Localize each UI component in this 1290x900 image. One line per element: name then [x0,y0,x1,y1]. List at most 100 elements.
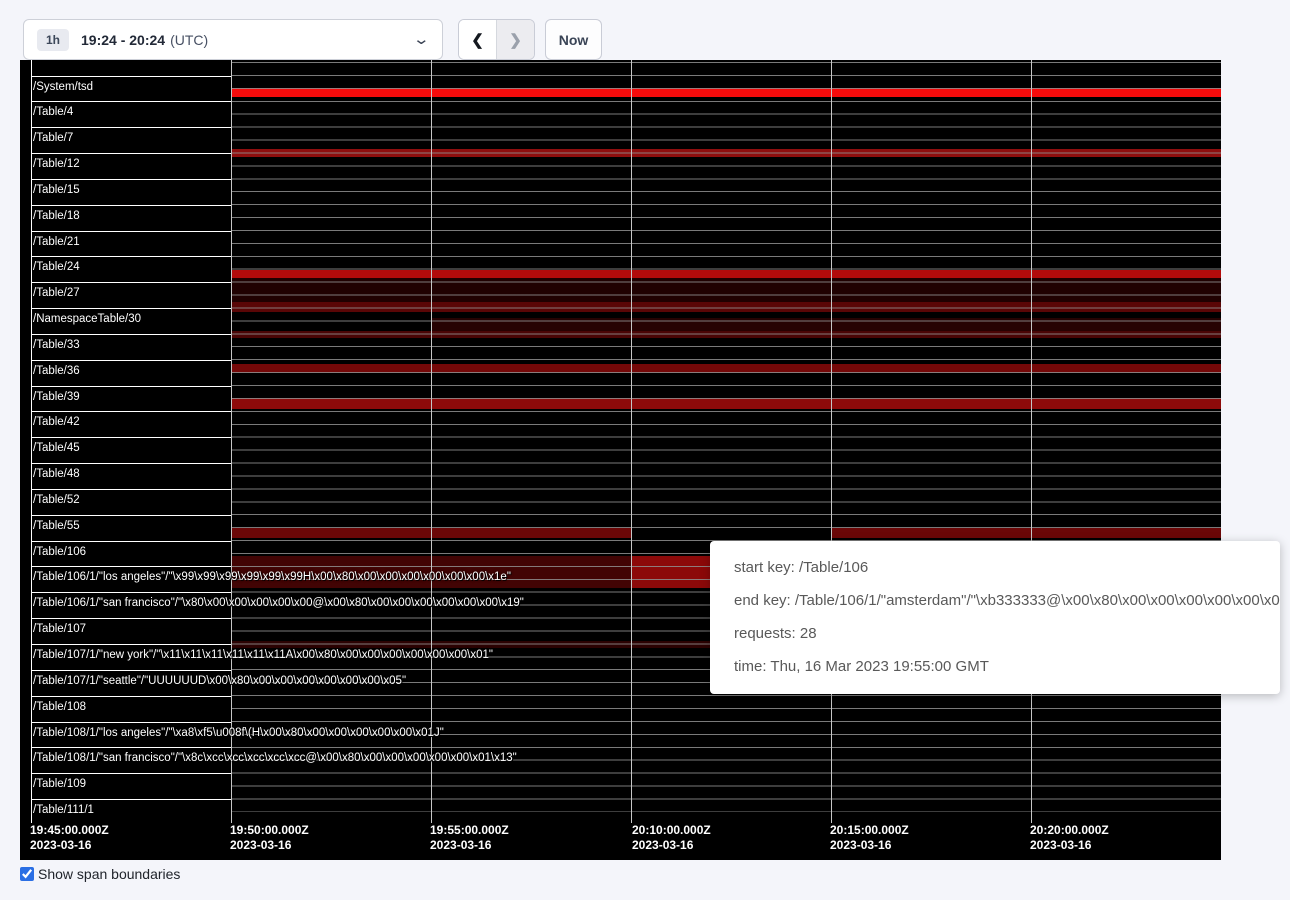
row-label-text: /Table/27 [31,286,80,299]
tooltip-end-key: end key: /Table/106/1/"amsterdam"/"\xb33… [734,591,1280,611]
span-boundary-lines [231,62,1221,812]
x-axis-tick-time: 20:10:00.000Z [632,823,711,838]
row-label: /Table/27 [31,282,231,308]
time-nav-group: ❮ ❯ [458,19,535,60]
row-label-text: /Table/15 [31,183,80,196]
row-label-text: /Table/106/1/"san francisco"/"\x80\x00\x… [31,596,524,609]
row-label: /Table/39 [31,386,231,412]
row-label: /Table/12 [31,153,231,179]
row-label-text: /NamespaceTable/30 [31,312,141,325]
row-label: /Table/24 [31,256,231,282]
tooltip-requests: requests: 28 [734,624,1280,644]
x-axis-tick-time: 20:15:00.000Z [830,823,909,838]
time-column-line [231,60,232,823]
row-label: /Table/45 [31,437,231,463]
x-axis-tick: 20:20:00.000Z2023-03-16 [1030,823,1109,853]
row-label-text: /Table/4 [31,105,73,118]
row-label: /NamespaceTable/30 [31,308,231,334]
row-label-text: /Table/33 [31,338,80,351]
row-label: /Table/107 [31,618,231,644]
x-axis-tick-date: 2023-03-16 [230,838,309,853]
x-axis-tick-time: 19:45:00.000Z [30,823,109,838]
row-label-text: /Table/39 [31,390,80,403]
x-axis-tick-time: 19:50:00.000Z [230,823,309,838]
row-label: /Table/108/1/"san francisco"/"\x8c\xcc\x… [31,747,231,773]
x-axis-tick: 20:10:00.000Z2023-03-16 [632,823,711,853]
row-label: /Table/106/1/"san francisco"/"\x80\x00\x… [31,592,231,618]
row-label-text: /Table/45 [31,441,80,454]
x-axis-tick-date: 2023-03-16 [30,838,109,853]
row-label-text: /System/tsd [31,80,93,93]
row-label-text: /Table/55 [31,519,80,532]
row-label-text: /Table/42 [31,415,80,428]
show-span-boundaries-checkbox[interactable] [20,867,34,881]
toolbar: 1h 19:24 - 20:24 (UTC) ⌄ ❮ ❯ Now [0,0,1290,60]
row-label: /Table/55 [31,515,231,541]
row-label: /Table/111/1 [31,799,231,825]
row-label: /Table/36 [31,360,231,386]
row-label-text: /Table/106/1/"los angeles"/"\x99\x99\x99… [31,570,511,583]
row-label: /Table/52 [31,489,231,515]
x-axis-tick-date: 2023-03-16 [1030,838,1109,853]
row-label: /System/tsd [31,76,231,102]
chevron-left-icon: ❮ [471,31,484,49]
time-zone-label: (UTC) [170,32,208,48]
row-label: /Table/48 [31,463,231,489]
row-label: /Table/21 [31,231,231,257]
key-visualizer-heatmap[interactable]: /System/tsd/Table/4/Table/7/Table/12/Tab… [20,60,1221,860]
chevron-right-icon: ❯ [509,31,522,49]
row-label-text: /Table/24 [31,260,80,273]
row-label-text: /Table/107 [31,622,86,635]
row-label-text: /Table/108 [31,700,86,713]
row-label: /Table/109 [31,773,231,799]
row-label: /Table/107/1/"seattle"/"UUUUUUD\x00\x80\… [31,670,231,696]
x-axis-tick-date: 2023-03-16 [430,838,509,853]
row-label-text: /Table/48 [31,467,80,480]
x-axis-tick: 19:55:00.000Z2023-03-16 [430,823,509,853]
row-label-text: /Table/111/1 [31,803,94,816]
row-label-text: /Table/109 [31,777,86,790]
heatmap-tooltip: start key: /Table/106 end key: /Table/10… [710,541,1280,694]
tooltip-start-key: start key: /Table/106 [734,558,1280,578]
row-label-text: /Table/36 [31,364,80,377]
row-label-text: /Table/21 [31,235,80,248]
x-axis-tick-date: 2023-03-16 [632,838,711,853]
x-axis-tick-time: 20:20:00.000Z [1030,823,1109,838]
row-label: /Table/106 [31,541,231,567]
row-label-text: /Table/12 [31,157,80,170]
show-span-boundaries-label: Show span boundaries [38,866,180,882]
x-axis-tick-time: 19:55:00.000Z [430,823,509,838]
x-axis-tick: 19:45:00.000Z2023-03-16 [30,823,109,853]
chevron-down-icon: ⌄ [413,30,431,48]
time-range-select[interactable]: 1h 19:24 - 20:24 (UTC) ⌄ [23,19,443,60]
prev-time-button[interactable]: ❮ [459,20,496,59]
row-label-text: /Table/18 [31,209,80,222]
x-axis-tick: 20:15:00.000Z2023-03-16 [830,823,909,853]
x-axis-tick-date: 2023-03-16 [830,838,909,853]
time-column-line [831,60,832,823]
next-time-button[interactable]: ❯ [496,20,534,59]
tooltip-time: time: Thu, 16 Mar 2023 19:55:00 GMT [734,657,1280,677]
row-label-text: /Table/7 [31,131,73,144]
row-label: /Table/33 [31,334,231,360]
key-visualizer-page: { "toolbar": { "time_range_badge": "1h",… [0,0,1290,900]
row-label-text: /Table/108/1/"los angeles"/"\xa8\xf5\u00… [31,726,444,739]
row-label-text: /Table/106 [31,545,86,558]
row-label-text: /Table/52 [31,493,80,506]
row-label: /Table/4 [31,101,231,127]
x-axis-tick: 19:50:00.000Z2023-03-16 [230,823,309,853]
now-button[interactable]: Now [545,19,602,60]
row-label: /Table/108 [31,696,231,722]
row-label: /Table/7 [31,127,231,153]
time-range-label: 19:24 - 20:24 [81,32,165,48]
row-label-text: /Table/107/1/"new york"/"\x11\x11\x11\x1… [31,648,493,661]
row-label: /Table/18 [31,205,231,231]
row-label: /Table/106/1/"los angeles"/"\x99\x99\x99… [31,566,231,592]
row-label-text: /Table/108/1/"san francisco"/"\x8c\xcc\x… [31,751,517,764]
row-label-text: /Table/107/1/"seattle"/"UUUUUUD\x00\x80\… [31,674,406,687]
time-column-line [631,60,632,823]
time-column-line [431,60,432,823]
time-range-duration-badge: 1h [37,29,69,51]
time-column-line [1031,60,1032,823]
footer: Show span boundaries [20,866,180,882]
